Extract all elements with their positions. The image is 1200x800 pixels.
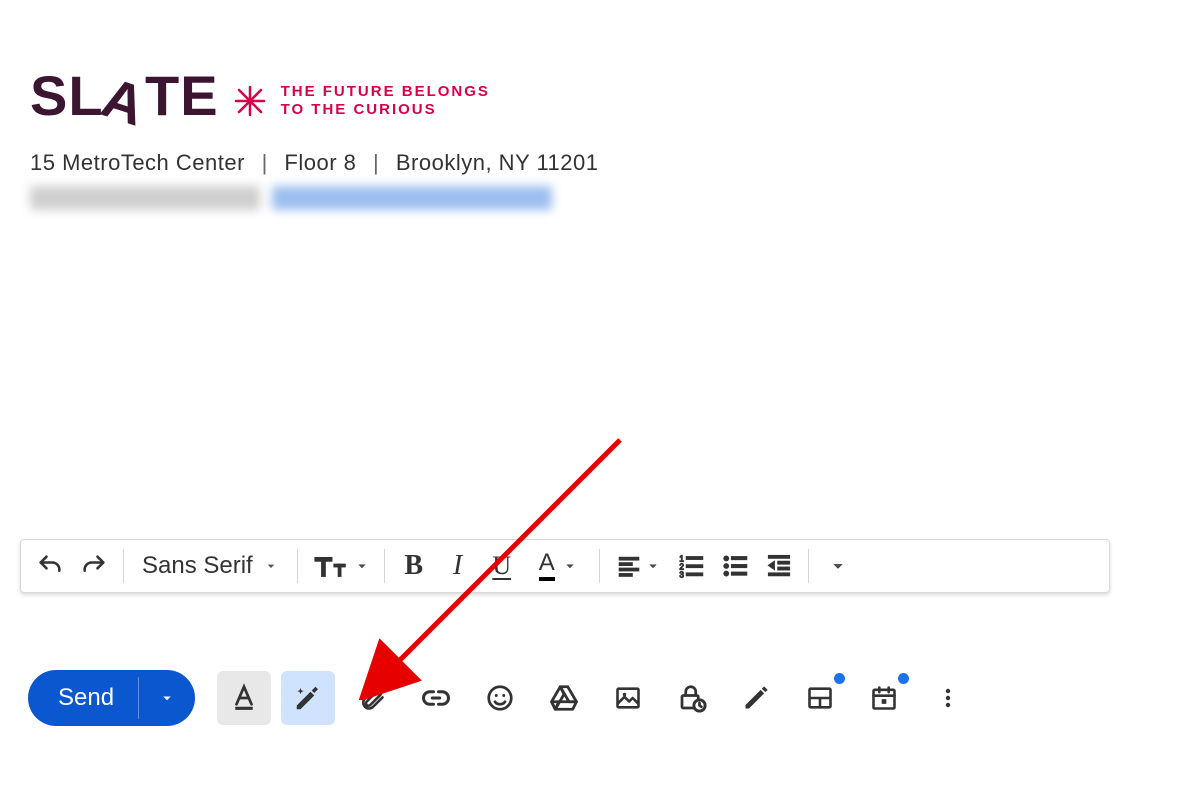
sparkle-pen-icon [293, 683, 323, 713]
asterisk-icon [233, 84, 267, 118]
text-format-icon [229, 683, 259, 713]
insert-signature-button[interactable] [729, 671, 783, 725]
align-button[interactable] [608, 545, 668, 587]
drive-icon [549, 683, 579, 713]
align-left-icon [616, 553, 642, 579]
chevron-down-icon [646, 559, 660, 573]
font-size-button[interactable] [306, 545, 376, 587]
toolbar-divider [599, 549, 600, 583]
chevron-down-icon [355, 559, 369, 573]
font-family-select[interactable]: Sans Serif [132, 545, 289, 587]
chevron-down-icon [563, 559, 577, 573]
undo-icon [36, 552, 64, 580]
address-part-1: 15 MetroTech Center [30, 150, 245, 175]
select-layout-button[interactable] [793, 671, 847, 725]
paperclip-icon [358, 684, 386, 712]
chevron-down-icon [158, 689, 176, 707]
email-signature: SLATE THE FUTURE BELONGS TO THE CURIOUS … [30, 68, 599, 210]
send-button-group: Send [28, 670, 195, 726]
font-family-label: Sans Serif [142, 552, 253, 580]
indent-decrease-icon [765, 552, 793, 580]
pen-icon [742, 684, 770, 712]
address-separator: | [363, 150, 389, 175]
more-formatting-button[interactable] [817, 545, 859, 587]
help-me-write-button[interactable] [281, 671, 335, 725]
toolbar-divider [808, 549, 809, 583]
chevron-down-icon [263, 558, 279, 574]
text-color-button[interactable]: A [525, 545, 591, 587]
slate-logo: SLATE [30, 68, 219, 124]
signature-address: 15 MetroTech Center | Floor 8 | Brooklyn… [30, 150, 599, 176]
undo-button[interactable] [29, 545, 71, 587]
toolbar-divider [384, 549, 385, 583]
confidential-mode-button[interactable] [665, 671, 719, 725]
bulleted-list-icon [721, 552, 749, 580]
redacted-link [272, 186, 552, 210]
notification-dot [898, 673, 909, 684]
insert-link-button[interactable] [409, 671, 463, 725]
lock-clock-icon [677, 683, 707, 713]
bold-button[interactable]: B [393, 545, 435, 587]
numbered-list-button[interactable]: 1 2 3 [670, 545, 712, 587]
toolbar-divider [123, 549, 124, 583]
underline-icon: U [492, 551, 511, 581]
tagline-line2: TO THE CURIOUS [281, 101, 490, 120]
send-button[interactable]: Send [28, 670, 138, 726]
indent-decrease-button[interactable] [758, 545, 800, 587]
calendar-icon [870, 684, 898, 712]
address-part-2: Floor 8 [284, 150, 356, 175]
redacted-line [30, 186, 599, 210]
layout-icon [806, 684, 834, 712]
bold-icon: B [404, 550, 423, 582]
bulleted-list-button[interactable] [714, 545, 756, 587]
italic-icon: I [453, 550, 462, 582]
insert-emoji-button[interactable] [473, 671, 527, 725]
tagline-line1: THE FUTURE BELONGS [281, 83, 490, 102]
redacted-text [30, 186, 260, 210]
formatting-options-button[interactable] [217, 671, 271, 725]
compose-toolbar: Send [28, 670, 975, 726]
redo-button[interactable] [73, 545, 115, 587]
toolbar-divider [297, 549, 298, 583]
compose-window: { "signature": { "brand": "SLATE", "tagl… [0, 0, 1200, 800]
numbered-list-icon: 1 2 3 [677, 552, 705, 580]
italic-button[interactable]: I [437, 545, 479, 587]
svg-text:3: 3 [679, 571, 684, 580]
address-part-3: Brooklyn, NY 11201 [396, 150, 599, 175]
formatting-toolbar: Sans Serif B I U A [20, 539, 1110, 593]
send-options-button[interactable] [139, 670, 195, 726]
slate-tagline: THE FUTURE BELONGS TO THE CURIOUS [281, 83, 490, 121]
insert-drive-button[interactable] [537, 671, 591, 725]
schedule-send-button[interactable] [857, 671, 911, 725]
text-color-icon: A [539, 551, 555, 581]
more-vertical-icon [936, 686, 960, 710]
attach-file-button[interactable] [345, 671, 399, 725]
notification-dot [834, 673, 845, 684]
address-separator: | [252, 150, 278, 175]
font-size-icon [313, 551, 351, 581]
underline-button[interactable]: U [481, 545, 523, 587]
smiley-icon [485, 683, 515, 713]
image-icon [614, 684, 642, 712]
chevron-down-icon [829, 557, 847, 575]
link-icon [421, 683, 451, 713]
more-options-button[interactable] [921, 671, 975, 725]
redo-icon [80, 552, 108, 580]
insert-photo-button[interactable] [601, 671, 655, 725]
